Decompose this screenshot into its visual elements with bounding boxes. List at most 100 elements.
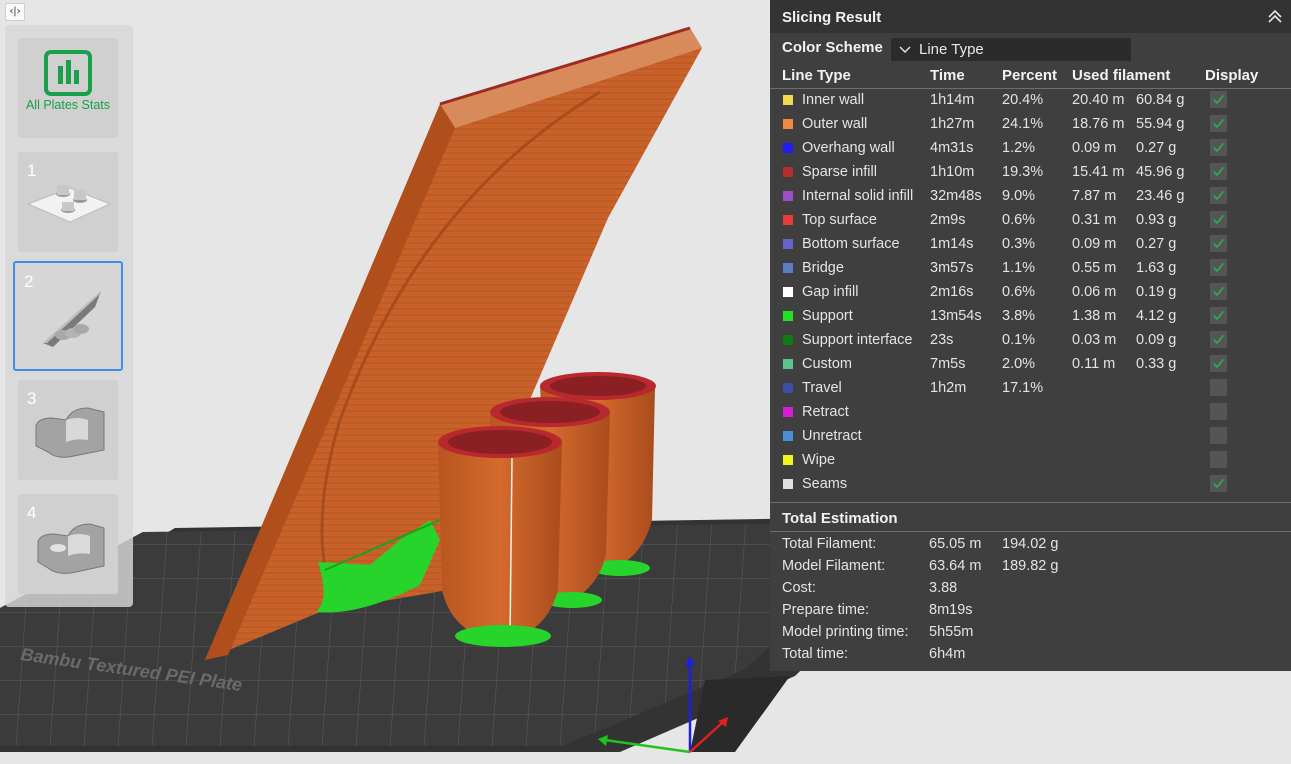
table-divider (770, 502, 1291, 503)
plate-thumbnail-1[interactable]: 1 (18, 152, 118, 252)
line-type-length: 0.31 m (1072, 212, 1117, 228)
line-type-row: Internal solid infill 32m48s 9.0% 7.87 m 23.… (770, 185, 1291, 209)
line-color-swatch (783, 119, 793, 129)
line-type-name: Inner wall (802, 92, 865, 108)
line-color-swatch (783, 407, 793, 417)
line-color-swatch (783, 431, 793, 441)
line-color-swatch (783, 263, 793, 273)
display-checkbox[interactable] (1210, 403, 1227, 420)
line-type-length: 0.11 m (1072, 356, 1116, 372)
check-icon (1212, 238, 1225, 249)
display-checkbox[interactable] (1210, 475, 1227, 492)
line-type-name: Custom (802, 356, 852, 372)
estimation-label: Model printing time: (782, 624, 909, 640)
line-type-percent: 17.1% (1002, 380, 1044, 396)
plate-4-preview (37, 523, 105, 574)
line-type-time: 1h14m (930, 92, 975, 108)
cup-model-front (438, 426, 562, 647)
line-type-percent: 19.3% (1002, 164, 1044, 180)
display-checkbox[interactable] (1210, 283, 1227, 300)
line-type-name: Travel (802, 380, 842, 396)
line-color-swatch (783, 479, 793, 489)
line-color-swatch (783, 287, 793, 297)
line-type-time: 1m14s (930, 236, 974, 252)
check-icon (1212, 310, 1225, 321)
line-type-weight: 1.63 g (1136, 260, 1177, 276)
line-type-row: Inner wall 1h14m 20.4% 20.40 m 60.84 g (770, 89, 1291, 113)
estimation-value: 5h55m (929, 624, 974, 640)
line-type-name: Seams (802, 476, 848, 492)
display-checkbox[interactable] (1210, 379, 1227, 396)
line-type-row: Wipe (770, 449, 1291, 473)
line-color-swatch (783, 143, 793, 153)
line-type-row: Retract (770, 401, 1291, 425)
display-checkbox[interactable] (1210, 163, 1227, 180)
check-icon (1212, 190, 1225, 201)
line-type-time: 3m57s (930, 260, 974, 276)
display-checkbox[interactable] (1210, 331, 1227, 348)
display-checkbox[interactable] (1210, 355, 1227, 372)
line-type-weight: 0.27 g (1136, 236, 1177, 252)
display-checkbox[interactable] (1210, 235, 1227, 252)
estimation-label: Prepare time: (782, 602, 870, 618)
display-checkbox[interactable] (1210, 451, 1227, 468)
check-icon (1212, 94, 1225, 105)
line-color-swatch (783, 359, 793, 369)
display-checkbox[interactable] (1210, 115, 1227, 132)
estimation-value-secondary: 194.02 g (1002, 536, 1059, 552)
line-type-time: 2m16s (930, 284, 974, 300)
all-plates-stats-button[interactable]: All Plates Stats (18, 38, 118, 138)
line-type-row: Outer wall 1h27m 24.1% 18.76 m 55.94 g (770, 113, 1291, 137)
line-type-time: 13m54s (930, 308, 982, 324)
check-icon (1212, 478, 1225, 489)
plate-thumbnail-4[interactable]: 4 (18, 494, 118, 594)
line-type-row: Custom 7m5s 2.0% 0.11 m 0.33 g (770, 353, 1291, 377)
header-used-filament: Used filament (1072, 67, 1171, 84)
display-checkbox[interactable] (1210, 307, 1227, 324)
header-time: Time (930, 67, 965, 84)
sidebar-toggle-button[interactable]: ‹|› (5, 3, 25, 21)
all-plates-stats-label: All Plates Stats (25, 98, 111, 112)
display-checkbox[interactable] (1210, 139, 1227, 156)
line-type-name: Gap infill (802, 284, 859, 300)
line-type-length: 15.41 m (1072, 164, 1125, 180)
estimation-value: 6h4m (929, 646, 966, 662)
check-icon (1212, 262, 1225, 273)
display-checkbox[interactable] (1210, 259, 1227, 276)
line-type-name: Top surface (802, 212, 877, 228)
plate-thumbnail-3[interactable]: 3 (18, 380, 118, 480)
display-checkbox[interactable] (1210, 187, 1227, 204)
header-display: Display (1205, 67, 1259, 84)
check-icon (1212, 142, 1225, 153)
line-type-row: Seams (770, 473, 1291, 497)
line-type-length: 7.87 m (1072, 188, 1117, 204)
plate-2-preview (43, 291, 101, 347)
color-scheme-dropdown[interactable]: Line Type (891, 38, 1131, 61)
line-type-percent: 3.8% (1002, 308, 1036, 324)
display-checkbox[interactable] (1210, 211, 1227, 228)
line-type-length: 0.55 m (1072, 260, 1117, 276)
line-type-percent: 20.4% (1002, 92, 1044, 108)
line-type-time: 1h10m (930, 164, 975, 180)
line-color-swatch (783, 191, 793, 201)
estimation-row: Prepare time: 8m19s (770, 600, 1291, 622)
display-checkbox[interactable] (1210, 91, 1227, 108)
line-type-percent: 9.0% (1002, 188, 1036, 204)
line-type-name: Wipe (802, 452, 836, 468)
check-icon (1212, 334, 1225, 345)
line-type-row: Travel 1h2m 17.1% (770, 377, 1291, 401)
collapse-chevrons-icon[interactable] (1267, 8, 1283, 24)
estimation-row: Total Filament: 65.05 m 194.02 g (770, 534, 1291, 556)
plate-3-preview (35, 407, 105, 458)
line-type-row: Sparse infill 1h10m 19.3% 15.41 m 45.96 g (770, 161, 1291, 185)
plate-thumbnail-2[interactable]: 2 (13, 261, 123, 371)
header-percent: Percent (1002, 67, 1058, 84)
line-color-swatch (783, 335, 793, 345)
check-icon (1212, 118, 1225, 129)
line-type-weight: 55.94 g (1136, 116, 1185, 132)
line-type-length: 0.03 m (1072, 332, 1117, 348)
line-type-length: 0.09 m (1072, 236, 1117, 252)
display-checkbox[interactable] (1210, 427, 1227, 444)
line-type-name: Unretract (802, 428, 862, 444)
line-type-percent: 0.1% (1002, 332, 1036, 348)
